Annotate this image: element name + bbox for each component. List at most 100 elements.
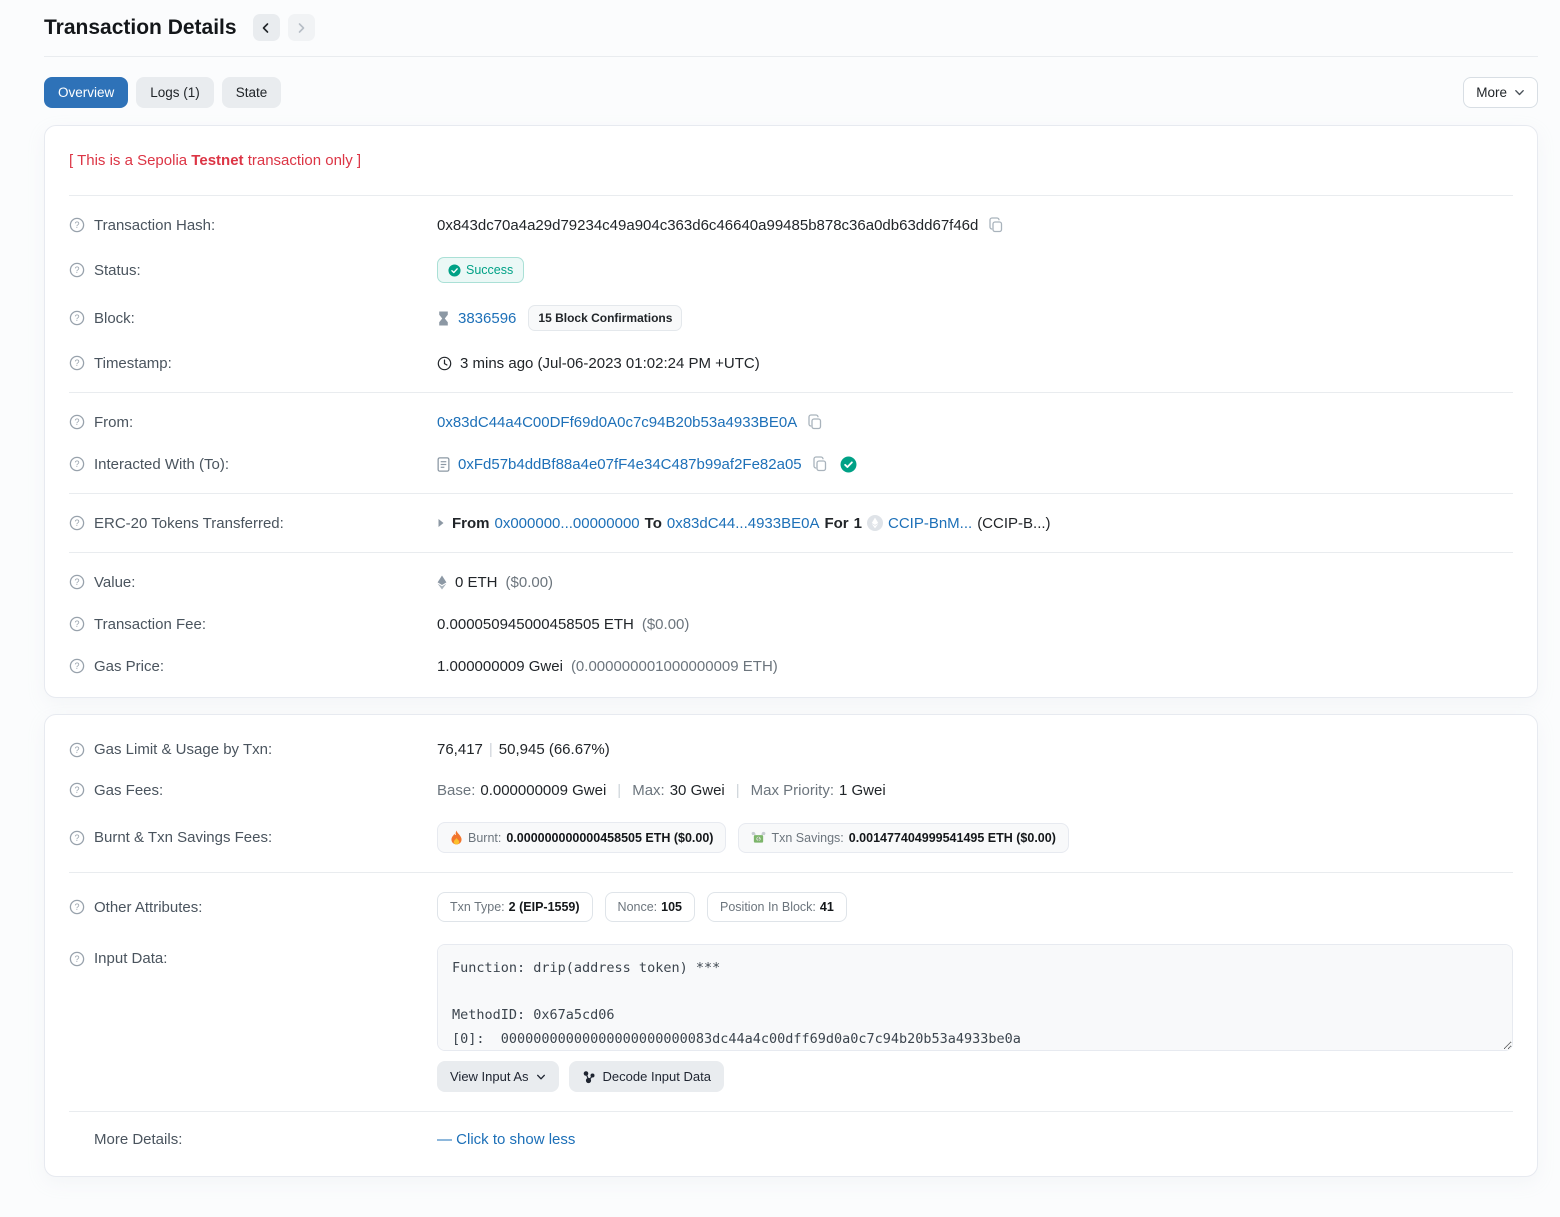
question-icon[interactable]: ? bbox=[69, 616, 85, 632]
transaction-fee-usd: ($0.00) bbox=[642, 616, 690, 633]
block-number-link[interactable]: 3836596 bbox=[458, 310, 516, 327]
erc20-from-address-link[interactable]: 0x000000...00000000 bbox=[495, 515, 640, 532]
txn-savings-badge: $ Txn Savings: 0.001477404999541495 ETH … bbox=[738, 823, 1068, 853]
erc20-transfers-row: ? ERC-20 Tokens Transferred: From 0x0000… bbox=[69, 502, 1513, 544]
question-icon[interactable]: ? bbox=[69, 456, 85, 472]
testnet-notice-prefix: [ This is a Sepolia bbox=[69, 152, 191, 169]
gas-limit-label: Gas Limit & Usage by Txn: bbox=[94, 741, 272, 758]
decode-input-data-button[interactable]: Decode Input Data bbox=[569, 1061, 724, 1092]
erc20-for-label: For bbox=[824, 515, 848, 532]
view-input-as-button[interactable]: View Input As bbox=[437, 1061, 559, 1092]
question-icon[interactable]: ? bbox=[69, 515, 85, 531]
value-row: ? Value: 0 ETH ($0.00) bbox=[69, 561, 1513, 603]
transaction-hash-label: Transaction Hash: bbox=[94, 217, 215, 234]
status-label: Status: bbox=[94, 262, 141, 279]
svg-text:?: ? bbox=[74, 358, 79, 368]
svg-text:?: ? bbox=[74, 954, 79, 964]
input-data-label: Input Data: bbox=[94, 950, 167, 967]
copy-hash-button[interactable] bbox=[986, 217, 1004, 233]
timestamp-value: 3 mins ago (Jul-06-2023 01:02:24 PM +UTC… bbox=[460, 355, 760, 372]
pipe-separator: | bbox=[483, 741, 499, 758]
divider bbox=[69, 1111, 1513, 1112]
burnt-fee-label: Burnt: bbox=[468, 831, 501, 845]
question-icon[interactable]: ? bbox=[69, 658, 85, 674]
input-data-row: ? Input Data: Function: drip(address tok… bbox=[69, 933, 1513, 1103]
question-icon[interactable]: ? bbox=[69, 310, 85, 326]
txn-savings-value: 0.001477404999541495 ETH ($0.00) bbox=[849, 831, 1056, 845]
question-icon[interactable]: ? bbox=[69, 830, 85, 846]
other-attributes-row: ? Other Attributes: Txn Type: 2 (EIP-155… bbox=[69, 881, 1513, 933]
transaction-details-page: Transaction Details Overview Logs (1) St… bbox=[0, 0, 1560, 1217]
tab-state[interactable]: State bbox=[222, 77, 282, 108]
question-icon[interactable]: ? bbox=[69, 262, 85, 278]
eth-icon bbox=[437, 575, 447, 590]
caret-right-icon bbox=[437, 518, 445, 528]
page-header: Transaction Details bbox=[44, 14, 1538, 41]
erc20-to-label: To bbox=[645, 515, 662, 532]
gas-price-amount: 1.000000009 Gwei bbox=[437, 658, 563, 675]
max-fee-value: 30 Gwei bbox=[670, 782, 725, 799]
next-transaction-button[interactable] bbox=[288, 14, 315, 41]
transaction-fee-label: Transaction Fee: bbox=[94, 616, 206, 633]
gas-limit-row: ? Gas Limit & Usage by Txn: 76,417 | 50,… bbox=[69, 725, 1513, 769]
burnt-fee-badge: Burnt: 0.000000000000458505 ETH ($0.00) bbox=[437, 822, 726, 853]
check-circle-icon bbox=[448, 264, 461, 277]
position-in-block-value: 41 bbox=[820, 900, 834, 914]
chevron-down-icon bbox=[1514, 87, 1525, 98]
testnet-notice: [ This is a Sepolia Testnet transaction … bbox=[69, 136, 1513, 187]
svg-text:?: ? bbox=[74, 265, 79, 275]
interacted-with-row: ? Interacted With (To): 0xFd57b4ddBf88a4… bbox=[69, 443, 1513, 485]
copy-from-address-button[interactable] bbox=[805, 414, 823, 430]
gas-usage-value: 50,945 (66.67%) bbox=[499, 741, 610, 758]
svg-text:?: ? bbox=[74, 417, 79, 427]
question-icon[interactable]: ? bbox=[69, 574, 85, 590]
nonce-value: 105 bbox=[661, 900, 682, 914]
question-icon[interactable]: ? bbox=[69, 355, 85, 371]
tab-logs[interactable]: Logs (1) bbox=[136, 77, 214, 108]
copy-icon bbox=[812, 456, 828, 472]
previous-transaction-button[interactable] bbox=[253, 14, 280, 41]
question-icon[interactable]: ? bbox=[69, 742, 85, 758]
burnt-savings-label: Burnt & Txn Savings Fees: bbox=[94, 829, 272, 846]
from-address-link[interactable]: 0x83dC44a4C00DFf69d0A0c7c94B20b53a4933BE… bbox=[437, 414, 797, 431]
from-row: ? From: 0x83dC44a4C00DFf69d0A0c7c94B20b5… bbox=[69, 401, 1513, 443]
tab-overview[interactable]: Overview bbox=[44, 77, 128, 108]
to-address-link[interactable]: 0xFd57b4ddBf88a4e07fF4e34C487b99af2Fe82a… bbox=[458, 456, 802, 473]
question-icon[interactable]: ? bbox=[69, 899, 85, 915]
pipe-separator: | bbox=[611, 782, 627, 799]
divider bbox=[69, 195, 1513, 196]
question-icon[interactable]: ? bbox=[69, 782, 85, 798]
input-data-textarea[interactable]: Function: drip(address token) *** Method… bbox=[437, 944, 1513, 1051]
more-dropdown-button[interactable]: More bbox=[1463, 77, 1538, 108]
question-icon[interactable]: ? bbox=[69, 217, 85, 233]
erc20-token-symbol: (CCIP-B...) bbox=[977, 515, 1050, 532]
question-icon[interactable]: ? bbox=[69, 414, 85, 430]
transaction-hash-value: 0x843dc70a4a29d79234c49a904c363d6c46640a… bbox=[437, 217, 978, 234]
value-usd: ($0.00) bbox=[506, 574, 554, 591]
divider bbox=[69, 552, 1513, 553]
pipe-separator: | bbox=[730, 782, 746, 799]
txn-type-badge: Txn Type: 2 (EIP-1559) bbox=[437, 892, 593, 922]
txn-type-value: 2 (EIP-1559) bbox=[509, 900, 580, 914]
transaction-fee-amount: 0.000050945000458505 ETH bbox=[437, 616, 634, 633]
max-fee-label: Max: bbox=[632, 782, 665, 799]
txn-savings-label: Txn Savings: bbox=[771, 831, 843, 845]
block-label: Block: bbox=[94, 310, 135, 327]
decode-input-data-label: Decode Input Data bbox=[603, 1069, 711, 1084]
svg-text:?: ? bbox=[74, 518, 79, 528]
verified-check-circle-icon bbox=[840, 456, 857, 473]
value-amount: 0 ETH bbox=[455, 574, 498, 591]
copy-icon bbox=[807, 414, 823, 430]
question-icon[interactable]: ? bbox=[69, 951, 85, 967]
erc20-token-link[interactable]: CCIP-BnM... bbox=[888, 515, 972, 532]
base-fee-value: 0.000000009 Gwei bbox=[480, 782, 606, 799]
max-priority-fee-label: Max Priority: bbox=[751, 782, 834, 799]
clock-icon bbox=[437, 356, 452, 371]
base-fee-label: Base: bbox=[437, 782, 475, 799]
block-confirmations-badge: 15 Block Confirmations bbox=[528, 305, 682, 331]
copy-to-address-button[interactable] bbox=[810, 456, 828, 472]
from-label: From: bbox=[94, 414, 133, 431]
erc20-to-address-link[interactable]: 0x83dC44...4933BE0A bbox=[667, 515, 820, 532]
show-less-toggle-link[interactable]: — Click to show less bbox=[437, 1131, 575, 1148]
contract-icon bbox=[437, 457, 450, 472]
